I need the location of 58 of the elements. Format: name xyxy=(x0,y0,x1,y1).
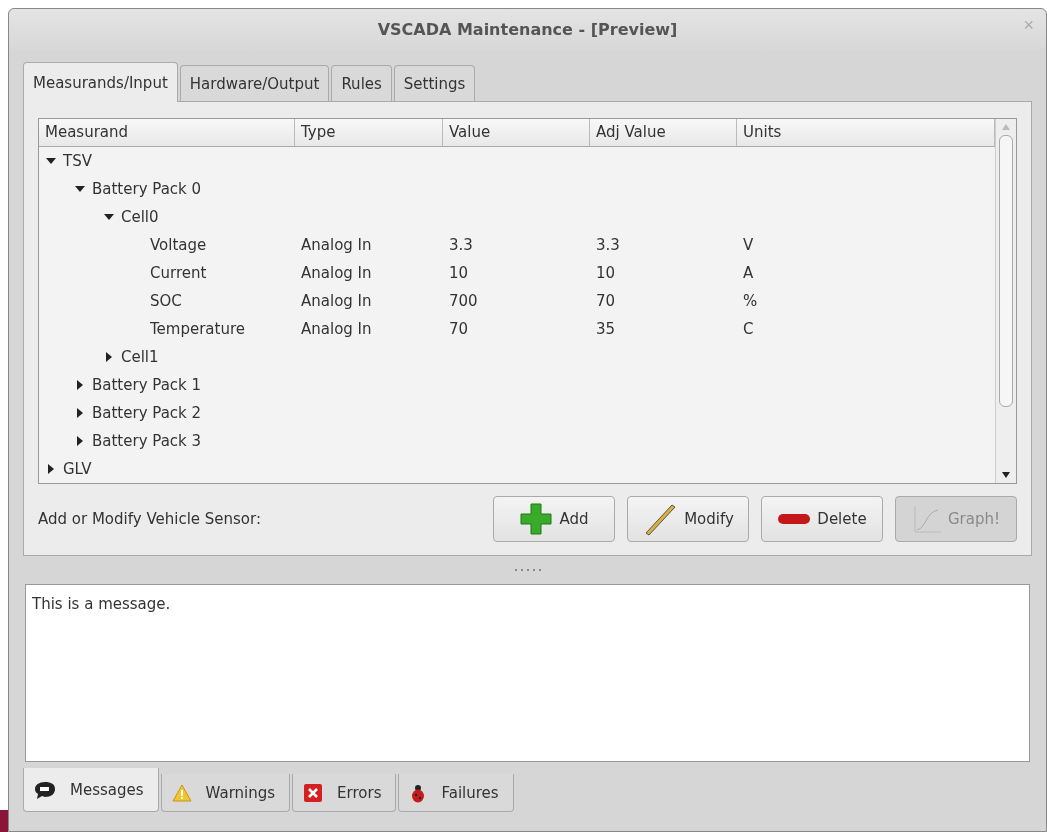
tree-item[interactable]: Voltage xyxy=(150,235,207,254)
tree-item[interactable]: Battery Pack 2 xyxy=(92,403,202,422)
tab[interactable]: Hardware/Output xyxy=(179,65,330,101)
tree-item[interactable]: Battery Pack 1 xyxy=(92,375,202,394)
column-header[interactable]: Measurand xyxy=(39,119,295,146)
scrollbar-thumb[interactable] xyxy=(999,135,1013,407)
tab[interactable]: Measurands/Input xyxy=(23,62,178,102)
column-header[interactable]: Type xyxy=(295,119,443,146)
message-text: This is a message. xyxy=(32,595,171,613)
table-cell-text: 3.3 xyxy=(595,235,621,254)
tab[interactable]: Warnings xyxy=(160,774,291,812)
table-cell-text: V xyxy=(742,235,755,254)
tree-item[interactable]: Cell1 xyxy=(121,347,159,366)
table-cell-text: C xyxy=(742,319,755,338)
table-cell-text: Analog In xyxy=(300,291,373,310)
column-header[interactable]: Units xyxy=(737,119,995,146)
table-cell-text: 35 xyxy=(595,319,617,338)
table-cell-text: % xyxy=(742,291,759,310)
modify-button[interactable]: Modify xyxy=(627,496,749,543)
table-cell-text: 10 xyxy=(448,263,470,282)
tree-item[interactable]: Temperature xyxy=(150,319,246,338)
tab[interactable]: Messages xyxy=(23,768,159,812)
delete-button[interactable]: Delete xyxy=(761,496,883,543)
tree-item[interactable]: Cell0 xyxy=(121,207,159,226)
column-header[interactable]: Adj Value xyxy=(590,119,737,146)
speech-bubble-icon xyxy=(34,779,56,800)
tree-item[interactable]: Battery Pack 3 xyxy=(92,431,202,450)
tab[interactable]: Settings xyxy=(393,65,476,101)
tab[interactable]: Errors xyxy=(292,774,397,812)
graph-icon xyxy=(912,504,942,535)
tree-item[interactable]: TSV xyxy=(63,151,92,170)
table-cell-text: 70 xyxy=(448,319,470,338)
column-header[interactable]: Value xyxy=(443,119,590,146)
tab[interactable]: Rules xyxy=(331,65,392,101)
table-cell-text: 70 xyxy=(595,291,617,310)
plus-icon xyxy=(519,502,554,537)
table-cell-text: Analog In xyxy=(300,235,373,254)
tree-item[interactable]: SOC xyxy=(150,291,182,310)
table-cell-text: A xyxy=(742,263,755,282)
tree-item[interactable]: GLV xyxy=(63,459,92,478)
add-button[interactable]: Add xyxy=(493,496,615,543)
table-cell-text: 10 xyxy=(595,263,617,282)
table-cell-text: Analog In xyxy=(300,263,373,282)
warning-icon xyxy=(171,783,192,802)
window-title: VSCADA Maintenance - [Preview] xyxy=(377,19,678,39)
background-edge xyxy=(0,810,8,832)
table-cell-text: Analog In xyxy=(300,319,373,338)
error-icon xyxy=(303,782,324,803)
tree-item[interactable]: Battery Pack 0 xyxy=(92,179,202,198)
minus-icon xyxy=(777,513,812,526)
splitter-grip-icon[interactable] xyxy=(513,568,542,572)
tab[interactable]: Failures xyxy=(398,774,514,812)
action-label: Add or Modify Vehicle Sensor: xyxy=(38,510,262,529)
table-cell-text: 700 xyxy=(448,291,479,310)
table-cell-text: 3.3 xyxy=(448,235,474,254)
down-arrow-icon[interactable] xyxy=(1001,470,1011,479)
tree-item[interactable]: Current xyxy=(150,263,207,282)
scrollbar[interactable] xyxy=(995,119,1016,483)
